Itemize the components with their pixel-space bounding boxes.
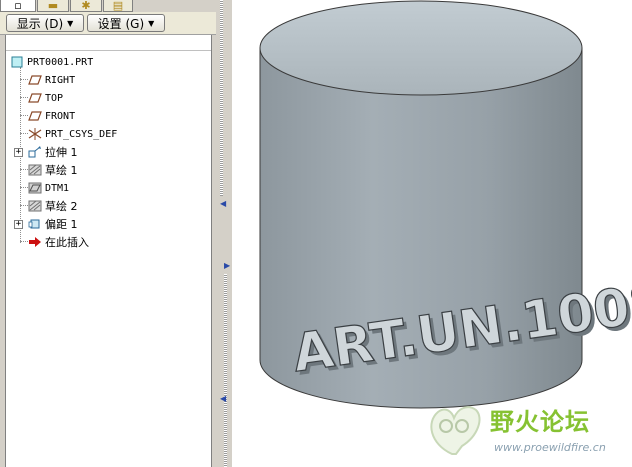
tab-folder-browser[interactable]: ▬ — [37, 0, 69, 12]
panel-splitter[interactable]: ◀ ▶ ◀ — [216, 0, 232, 467]
tree-item-label: 草绘 1 — [45, 164, 78, 177]
collapse-left-chevron-icon[interactable]: ◀ — [220, 200, 228, 208]
model-tree-header — [6, 35, 211, 51]
expand-toggle[interactable]: + — [14, 220, 23, 229]
tree-item-insert-here[interactable]: 在此插入 — [28, 233, 89, 251]
tree-item-sketch-2[interactable]: 草绘 2 — [28, 197, 78, 215]
tab-model-tree[interactable]: ▫ — [0, 0, 36, 12]
graphics-window[interactable]: ART.UN.1008 ART.UN.1008 — [232, 0, 632, 467]
tree-item-csys[interactable]: PRT_CSYS_DEF — [28, 125, 117, 143]
tree-item-front-plane[interactable]: FRONT — [28, 107, 75, 125]
model-tree-tab-icon: ▫ — [14, 0, 22, 12]
splitter-grip — [220, 0, 223, 196]
model-tree-toolbar: 显示 (D) ▼ 设置 (G) ▼ — [0, 12, 216, 35]
tree-item-part-root[interactable]: PRT0001.PRT — [10, 53, 93, 71]
tree-connector-line — [20, 97, 28, 98]
tree-connector-line — [20, 169, 28, 170]
tree-connector-line — [20, 205, 28, 206]
tree-item-label: PRT_CSYS_DEF — [45, 128, 118, 140]
connections-icon: ▤ — [112, 0, 124, 12]
tree-connector-line — [20, 241, 28, 242]
favorites-icon: ✱ — [81, 0, 91, 12]
tree-item-sketch-1[interactable]: 草绘 1 — [28, 161, 78, 179]
sketch-icon — [28, 200, 42, 212]
tree-item-label: 偏距 1 — [45, 218, 78, 231]
forum-logo-icon — [430, 406, 481, 455]
datum-plane-icon — [28, 74, 42, 86]
sketch-icon — [28, 164, 42, 176]
tree-connector-line — [20, 133, 28, 134]
show-menu-button[interactable]: 显示 (D) ▼ — [6, 14, 84, 32]
show-menu-label: 显示 (D) — [16, 16, 64, 31]
tree-item-offset-1[interactable]: 偏距 1 — [28, 215, 78, 233]
splitter-grip — [224, 274, 227, 467]
datum-plane-icon — [28, 92, 42, 104]
tree-item-label: FRONT — [45, 110, 76, 122]
tree-item-top-plane[interactable]: TOP — [28, 89, 63, 107]
tree-item-label: 草绘 2 — [45, 200, 78, 213]
tree-item-label: RIGHT — [45, 74, 76, 86]
datum-plane-icon — [28, 182, 42, 194]
expand-right-chevron-icon[interactable]: ▶ — [224, 262, 232, 270]
dropdown-arrow-icon: ▼ — [148, 18, 155, 28]
extrude-icon — [28, 146, 42, 158]
settings-menu-button[interactable]: 设置 (G) ▼ — [87, 14, 165, 32]
insert-here-arrow-icon — [28, 236, 42, 248]
cylinder-model: ART.UN.1008 ART.UN.1008 — [259, 0, 632, 409]
model-tree-panel: PRT0001.PRT RIGHT TOP FRONT PRT_CSYS_DEF… — [5, 35, 212, 467]
offset-icon — [28, 218, 42, 230]
watermark-url: www.proewildfire.cn — [494, 441, 606, 454]
datum-plane-icon — [28, 110, 42, 122]
collapse-left-chevron-icon[interactable]: ◀ — [220, 395, 228, 403]
coordinate-system-icon — [28, 128, 42, 140]
tree-item-label: PRT0001.PRT — [27, 56, 94, 68]
part-icon — [10, 56, 24, 68]
tree-connector-line — [20, 79, 28, 80]
tree-connector-line — [20, 187, 28, 188]
folder-icon: ▬ — [47, 0, 59, 12]
tree-item-dtm1[interactable]: DTM1 — [28, 179, 69, 197]
watermark-title: 野火论坛 — [490, 408, 590, 436]
forum-watermark: 野火论坛 www.proewildfire.cn — [424, 400, 628, 462]
tab-connections[interactable]: ▤ — [103, 0, 133, 12]
tree-connector-line — [20, 115, 28, 116]
expand-toggle[interactable]: + — [14, 148, 23, 157]
dropdown-arrow-icon: ▼ — [67, 18, 74, 28]
tab-favorites[interactable]: ✱ — [70, 0, 102, 12]
tree-item-extrude-1[interactable]: 拉伸 1 — [28, 143, 78, 161]
navigator-tab-strip: ▫ ▬ ✱ ▤ — [0, 0, 216, 12]
tree-item-label: 拉伸 1 — [45, 146, 78, 159]
tree-item-label: TOP — [45, 92, 64, 104]
settings-menu-label: 设置 (G) — [97, 16, 145, 31]
tree-item-label: 在此插入 — [45, 236, 89, 249]
tree-item-label: DTM1 — [45, 182, 70, 194]
tree-item-right-plane[interactable]: RIGHT — [28, 71, 75, 89]
